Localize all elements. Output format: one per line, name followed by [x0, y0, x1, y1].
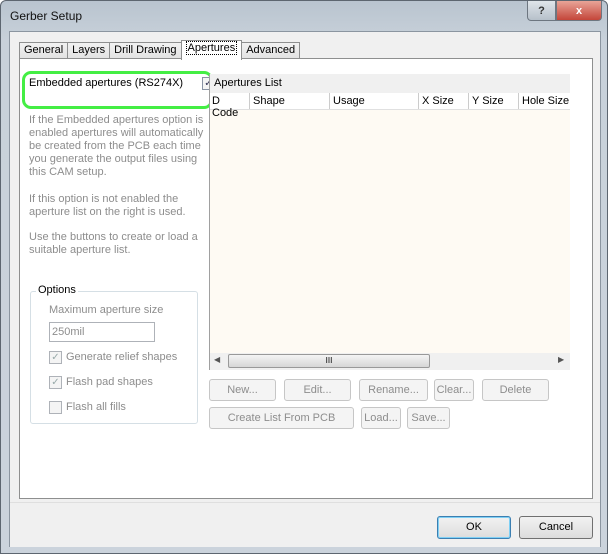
scroll-left-icon[interactable]: ◀ [214, 355, 220, 364]
ok-button[interactable]: OK [437, 516, 511, 539]
col-xsize[interactable]: X Size [419, 93, 469, 109]
edit-button[interactable]: Edit... [284, 379, 351, 401]
scroll-right-icon[interactable]: ▶ [558, 355, 564, 364]
tab-drill-drawing[interactable]: Drill Drawing [109, 42, 182, 59]
col-holesize[interactable]: Hole Size [519, 93, 570, 109]
help-text-2: If this option is not enabled the apertu… [29, 193, 186, 218]
tab-advanced[interactable]: Advanced [241, 42, 301, 59]
clear-button[interactable]: Clear... [434, 379, 474, 401]
create-list-button[interactable]: Create List From PCB [209, 407, 354, 429]
help-button[interactable]: ? [527, 1, 556, 21]
save-button[interactable]: Save... [407, 407, 450, 429]
max-aperture-input[interactable]: 250mil [49, 322, 155, 342]
new-button[interactable]: New... [209, 379, 276, 401]
relief-label: Generate relief shapes [66, 351, 178, 363]
apertures-list-title: Apertures List [210, 74, 570, 93]
dialog-window: Gerber Setup ? x General Layers Drill Dr… [0, 0, 608, 554]
delete-button[interactable]: Delete [482, 379, 549, 401]
help-text-3: Use the buttons to create or load a suit… [29, 231, 198, 256]
col-shape[interactable]: Shape [250, 93, 330, 109]
tab-bar: General Layers Drill Drawing Apertures A… [19, 40, 301, 60]
flash-fills-label: Flash all fills [66, 401, 126, 413]
scroll-thumb[interactable]: III [228, 354, 430, 368]
tab-general[interactable]: General [19, 42, 69, 59]
tab-apertures-label: Apertures [185, 41, 238, 55]
rename-button[interactable]: Rename... [359, 379, 428, 401]
client-area: General Layers Drill Drawing Apertures A… [9, 31, 601, 547]
cancel-button[interactable]: Cancel [519, 516, 593, 539]
flash-pad-label: Flash pad shapes [66, 376, 153, 388]
max-aperture-label: Maximum aperture size [49, 304, 164, 316]
col-dcode[interactable]: D Code [210, 93, 250, 119]
load-button[interactable]: Load... [361, 407, 401, 429]
horizontal-scrollbar[interactable]: ◀ III ▶ [210, 353, 570, 370]
close-button[interactable]: x [556, 1, 602, 21]
relief-checkbox[interactable]: ✓ [49, 351, 62, 364]
flash-pad-checkbox[interactable]: ✓ [49, 376, 62, 389]
col-ysize[interactable]: Y Size [469, 93, 519, 109]
tab-apertures[interactable]: Apertures [180, 40, 243, 60]
window-title: Gerber Setup [10, 9, 83, 23]
options-title: Options [36, 284, 78, 296]
tab-layers[interactable]: Layers [67, 42, 111, 59]
embedded-apertures-label[interactable]: Embedded apertures (RS274X) [29, 77, 183, 89]
list-header: D Code Shape Usage X Size Y Size Hole Si… [210, 93, 570, 119]
apertures-panel: Embedded apertures (RS274X) ✓ If the Emb… [19, 58, 593, 499]
help-text-1: If the Embedded apertures option is enab… [29, 114, 204, 178]
col-usage[interactable]: Usage [330, 93, 419, 109]
apertures-list[interactable]: Apertures List D Code Shape Usage X Size… [209, 74, 570, 370]
flash-fills-checkbox[interactable] [49, 401, 62, 414]
dialog-footer: OK Cancel [10, 502, 600, 547]
